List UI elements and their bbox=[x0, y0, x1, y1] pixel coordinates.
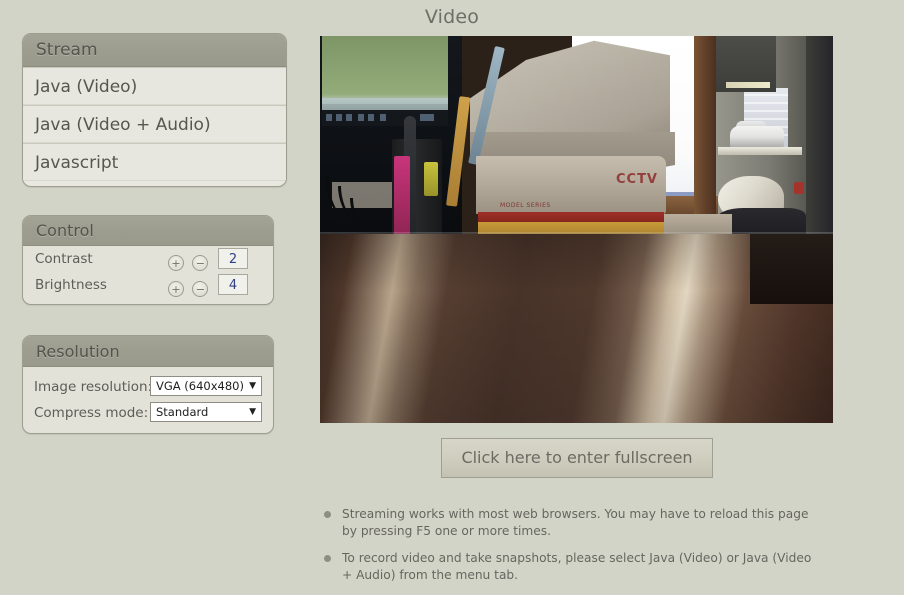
video-cctv-box: CCTV MODEL SERIES bbox=[476, 156, 666, 214]
contrast-value-field[interactable]: 2 bbox=[218, 248, 248, 269]
note-item: To record video and take snapshots, plea… bbox=[322, 550, 822, 583]
video-blind-line bbox=[744, 94, 788, 96]
contrast-label: Contrast bbox=[35, 251, 93, 267]
video-blind-line bbox=[744, 102, 788, 104]
bullet-icon bbox=[324, 555, 331, 562]
video-taskbar-icon bbox=[346, 114, 352, 121]
video-monitor-screen bbox=[322, 36, 448, 104]
video-niche-lamp bbox=[726, 82, 770, 88]
brightness-decrease-icon[interactable]: − bbox=[192, 281, 209, 297]
chevron-down-icon: ▼ bbox=[249, 407, 256, 417]
video-toy-car bbox=[730, 126, 784, 148]
enter-fullscreen-button[interactable]: Click here to enter fullscreen bbox=[441, 438, 713, 478]
control-panel-header: Control bbox=[23, 216, 273, 246]
video-taskbar-icon bbox=[380, 114, 386, 121]
video-blind-line bbox=[744, 110, 788, 112]
chevron-down-icon: ▼ bbox=[249, 381, 256, 391]
video-taskbar-icon bbox=[358, 114, 364, 121]
image-resolution-label: Image resolution: bbox=[34, 379, 153, 395]
video-dark-column bbox=[806, 36, 833, 236]
sidebar-item-java-video[interactable]: Java (Video) bbox=[23, 67, 286, 105]
compress-mode-value: Standard bbox=[156, 405, 209, 419]
brightness-value-field[interactable]: 4 bbox=[218, 274, 248, 295]
video-red-object bbox=[794, 182, 804, 194]
note-text: To record video and take snapshots, plea… bbox=[342, 551, 812, 582]
contrast-row: Contrast + − 2 bbox=[23, 246, 273, 272]
video-taskbar-icon bbox=[336, 114, 342, 121]
page-title: Video bbox=[424, 6, 480, 28]
compress-mode-label: Compress mode: bbox=[34, 405, 149, 421]
brightness-label: Brightness bbox=[35, 277, 107, 293]
note-text: Streaming works with most web browsers. … bbox=[342, 507, 809, 538]
compress-mode-row: Compress mode: Standard ▼ bbox=[23, 400, 273, 426]
resolution-panel-header: Resolution bbox=[23, 336, 273, 367]
sidebar-item-java-video-audio[interactable]: Java (Video + Audio) bbox=[23, 105, 286, 143]
bullet-icon bbox=[324, 511, 331, 518]
brightness-steppers: + − bbox=[168, 276, 212, 302]
control-panel: Control Contrast + − 2 Brightness + − 4 bbox=[22, 215, 274, 305]
brightness-row: Brightness + − 4 bbox=[23, 272, 273, 298]
brightness-increase-icon[interactable]: + bbox=[168, 281, 184, 297]
video-cctv-sublabel: MODEL SERIES bbox=[500, 202, 551, 209]
video-taskbar-icon bbox=[368, 114, 374, 121]
video-monitor-taskbar bbox=[322, 110, 448, 126]
video-taskbar-icon bbox=[326, 114, 332, 121]
contrast-decrease-icon[interactable]: − bbox=[192, 255, 209, 271]
sidebar-item-javascript[interactable]: Javascript bbox=[23, 143, 286, 181]
video-pen-pink bbox=[394, 156, 410, 238]
video-monitor-window-bar bbox=[322, 98, 448, 110]
video-cctv-label: CCTV bbox=[615, 172, 658, 187]
contrast-increase-icon[interactable]: + bbox=[168, 255, 184, 271]
image-resolution-select[interactable]: VGA (640x480) ▼ bbox=[150, 376, 262, 396]
video-taskbar-clock bbox=[420, 114, 434, 121]
resolution-panel: Resolution Image resolution: VGA (640x48… bbox=[22, 335, 274, 434]
video-blind-line bbox=[744, 118, 788, 120]
image-resolution-row: Image resolution: VGA (640x480) ▼ bbox=[23, 374, 273, 400]
stream-panel: Stream Java (Video) Java (Video + Audio)… bbox=[22, 33, 287, 187]
video-pen-yellow bbox=[424, 162, 438, 196]
video-stream-view[interactable]: CCTV MODEL SERIES bbox=[320, 36, 833, 423]
notes-list: Streaming works with most web browsers. … bbox=[322, 506, 822, 594]
video-dark-corner bbox=[750, 234, 833, 304]
note-item: Streaming works with most web browsers. … bbox=[322, 506, 822, 539]
compress-mode-select[interactable]: Standard ▼ bbox=[150, 402, 262, 422]
video-shelf bbox=[718, 147, 802, 155]
stream-panel-header: Stream bbox=[23, 34, 286, 67]
video-window-frame-vertical bbox=[694, 36, 716, 236]
image-resolution-value: VGA (640x480) bbox=[156, 379, 244, 393]
